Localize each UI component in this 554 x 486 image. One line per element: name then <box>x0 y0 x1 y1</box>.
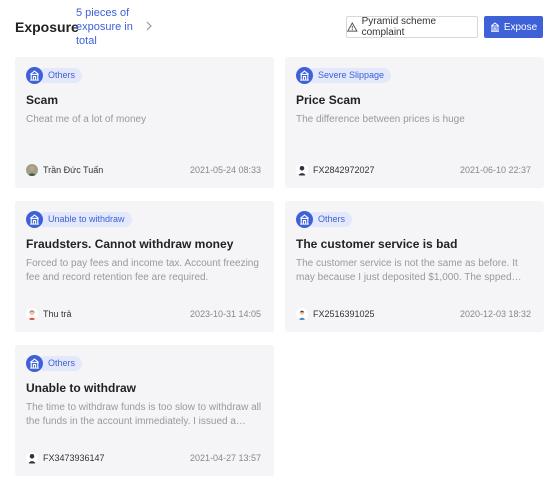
category-tag: Others <box>26 67 83 84</box>
exposure-card[interactable]: Unable to withdraw Fraudsters. Cannot wi… <box>15 201 274 332</box>
card-title: Scam <box>26 93 59 107</box>
exposure-count-link[interactable]: 5 pieces of exposure in total <box>76 6 142 48</box>
card-date: 2021-06-10 22:37 <box>459 165 531 175</box>
author-name: FX2516391025 <box>313 309 375 319</box>
card-title: Unable to withdraw <box>26 381 137 395</box>
building-icon <box>296 67 313 84</box>
author-name: Thu trả <box>43 309 72 319</box>
card-title: Fraudsters. Cannot withdraw money <box>26 237 234 251</box>
avatar <box>26 308 38 320</box>
card-author: Thu trả <box>26 308 72 320</box>
author-name: Trần Đức Tuấn <box>43 165 104 175</box>
building-icon <box>26 355 43 372</box>
card-date: 2021-04-27 13:57 <box>189 453 261 463</box>
card-description: Cheat me of a lot of money <box>26 114 147 125</box>
building-icon <box>26 211 43 228</box>
category-tag: Others <box>26 355 83 372</box>
avatar <box>26 452 38 464</box>
card-date: 2021-05-24 08:33 <box>189 165 261 175</box>
building-icon <box>490 22 499 32</box>
building-icon <box>296 211 313 228</box>
card-description: The time to withdraw funds is too slow t… <box>26 402 262 427</box>
card-author: FX3473936147 <box>26 452 105 464</box>
category-label: Others <box>37 68 83 83</box>
card-author: Trần Đức Tuấn <box>26 164 103 176</box>
building-icon <box>26 67 43 84</box>
card-description: Forced to pay fees and income tax. Accou… <box>26 258 259 283</box>
page-header: Exposure 5 pieces of exposure in total P… <box>0 0 554 56</box>
warning-icon <box>347 22 358 32</box>
chevron-right-icon[interactable] <box>143 19 155 33</box>
avatar <box>296 164 308 176</box>
category-label: Unable to withdraw <box>37 212 132 227</box>
category-label: Others <box>307 212 353 227</box>
expose-label: Expose <box>503 21 538 33</box>
pyramid-scheme-complaint-button[interactable]: Pyramid scheme complaint <box>346 16 478 38</box>
category-tag: Unable to withdraw <box>26 211 132 228</box>
exposure-card[interactable]: Others Unable to withdraw The time to wi… <box>15 345 274 476</box>
avatar <box>296 308 308 320</box>
category-tag: Others <box>296 211 353 228</box>
exposure-card[interactable]: Others Scam Cheat me of a lot of money T… <box>15 57 274 188</box>
category-label: Severe Slippage <box>307 68 392 83</box>
card-description: The difference between prices is huge <box>296 114 465 125</box>
category-tag: Severe Slippage <box>296 67 392 84</box>
card-date: 2020-12-03 18:32 <box>459 309 531 319</box>
card-date: 2023-10-31 14:05 <box>189 309 261 319</box>
category-label: Others <box>37 356 83 371</box>
exposure-card[interactable]: Others The customer service is bad The c… <box>285 201 544 332</box>
card-description: The customer service is not the same as … <box>296 258 518 283</box>
card-author: FX2516391025 <box>296 308 375 320</box>
exposure-card[interactable]: Severe Slippage Price Scam The differenc… <box>285 57 544 188</box>
page-title: Exposure <box>15 19 79 35</box>
avatar <box>26 164 38 176</box>
pyramid-scheme-complaint-label: Pyramid scheme complaint <box>361 16 437 38</box>
author-name: FX2842972027 <box>313 165 375 175</box>
card-title: The customer service is bad <box>296 237 458 251</box>
author-name: FX3473936147 <box>43 453 105 463</box>
card-author: FX2842972027 <box>296 164 375 176</box>
card-title: Price Scam <box>296 93 361 107</box>
expose-button[interactable]: Expose <box>484 16 543 38</box>
